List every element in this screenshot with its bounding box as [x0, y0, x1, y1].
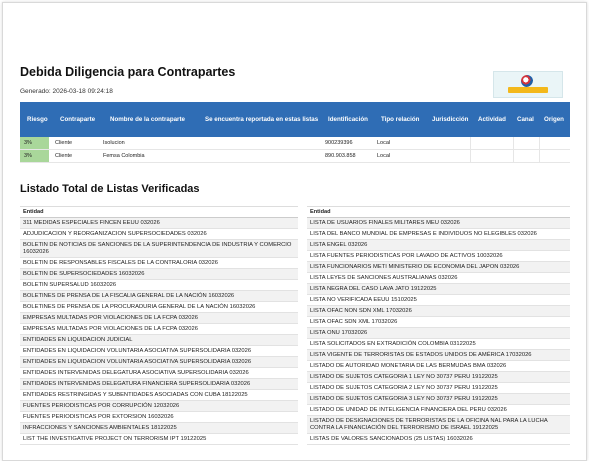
- identification: 900239396: [325, 140, 353, 146]
- list-item: FUENTES PERIODISTICAS POR EXTORSION 1603…: [20, 412, 298, 423]
- cell-divider: [470, 137, 471, 149]
- cell-divider: [539, 137, 540, 149]
- col-activity: Actividad: [478, 116, 506, 123]
- list-item: BOLETIN SUPERSALUD 16032026: [20, 280, 298, 291]
- logo-emblem-icon: [521, 75, 533, 87]
- col-risk: Riesgo: [27, 116, 48, 123]
- list-item: LISTA FUNCIONARIOS METI MINISTERIO DE EC…: [307, 262, 570, 273]
- list-item: EMPRESAS MULTADAS POR VIOLACIONES DE LA …: [20, 324, 298, 335]
- list-item: LISTADO DE SUJETOS CATEGORIA 3 LEY NO 30…: [307, 394, 570, 405]
- list-item: LISTA SOLICITADOS EN EXTRADICIÓN COLOMBI…: [307, 339, 570, 350]
- list-item: LISTADO DE SUJETOS CATEGORIA 1 LEY NO 30…: [307, 372, 570, 383]
- list-item: LISTA NO VERIFICADA EEUU 15102025: [307, 295, 570, 306]
- list-item: EMPRESAS MULTADAS POR VIOLACIONES DE LA …: [20, 313, 298, 324]
- counterparty-type: Cliente: [55, 153, 73, 159]
- list-item: LISTADO DE DESIGNACIONES DE TERRORISTAS …: [307, 416, 570, 434]
- col-counterparty: Contraparte: [60, 116, 96, 123]
- list-item: ENTIDADES INTERVENIDAS DELEGATURA ASOCIA…: [20, 368, 298, 379]
- list-item: ENTIDADES EN LIQUIDACION JUDICIAL: [20, 335, 298, 346]
- col-name: Nombre de la contraparte: [110, 116, 185, 123]
- col-jurisdiction: Jurisdicción: [432, 116, 469, 123]
- list-item: LISTA VIGENTE DE TERRORISTAS DE ESTADOS …: [307, 350, 570, 361]
- logo-banner: [508, 87, 548, 93]
- list-item: LISTA ENGEL 032026: [307, 240, 570, 251]
- list-item: LISTA NEGRA DEL CASO LAVA JATO 19122025: [307, 284, 570, 295]
- list-item: FUENTES PERIODISTICAS POR CORRUPCIÓN 120…: [20, 401, 298, 412]
- table-row: 3% Cliente Femsa Colombia 890.903.858 Lo…: [20, 150, 570, 163]
- list-item: BOLETIN DE RESPONSABLES FISCALES DE LA C…: [20, 258, 298, 269]
- list-item: BOLETIN DE SUPERSOCIEDADES 16032026: [20, 269, 298, 280]
- list-item: LISTAS DE VALORES SANCIONADOS (25 LISTAS…: [307, 434, 570, 445]
- list-item: INFRACCIONES Y SANCIONES AMBIENTALES 181…: [20, 423, 298, 434]
- lists-section-title: Listado Total de Listas Verificadas: [20, 183, 200, 195]
- counterparty-table-header: Riesgo Contraparte Nombre de la contrapa…: [20, 102, 570, 137]
- list-item: ENTIDADES INTERVENIDAS DELEGATURA FINANC…: [20, 379, 298, 390]
- list-item: BOLETIN DE NOTICIAS DE SANCIONES DE LA S…: [20, 240, 298, 258]
- cell-divider: [513, 150, 514, 162]
- relation-type: Local: [377, 140, 391, 146]
- list-item: ENTIDADES RESTRINGIDAS Y SUBENTIDADES AS…: [20, 390, 298, 401]
- list-item: ENTIDADES EN LIQUIDACION VOLUNTARIA ASOC…: [20, 357, 298, 368]
- list-item: LISTADO DE AUTORIDAD MONETARIA DE LAS BE…: [307, 361, 570, 372]
- col-origin: Origen: [544, 116, 564, 123]
- risk-badge: 3%: [20, 137, 49, 149]
- report-page: Debida Diligencia para Contrapartes Gene…: [2, 2, 587, 461]
- list-item: LISTA DEL BANCO MUNDIAL DE EMPRESAS E IN…: [307, 229, 570, 240]
- list-item: LISTA LEYES DE SANCIONES AUSTRALIANAS 03…: [307, 273, 570, 284]
- entity-column-header: Entidad: [307, 206, 570, 218]
- identification: 890.903.858: [325, 153, 356, 159]
- list-item: 311 MEDIDAS ESPECIALES FINCEN EEUU 03202…: [20, 218, 298, 229]
- page-title: Debida Diligencia para Contrapartes: [20, 65, 236, 79]
- list-item: LISTADO DE SUJETOS CATEGORIA 2 LEY NO 30…: [307, 383, 570, 394]
- list-item: LISTADO DE UNIDAD DE INTELIGENCIA FINANC…: [307, 405, 570, 416]
- col-identification: Identificación: [328, 116, 368, 123]
- list-item: LISTA FUENTES PERIODISTICAS POR LAVADO D…: [307, 251, 570, 262]
- counterparty-type: Cliente: [55, 140, 73, 146]
- company-logo: [493, 71, 563, 98]
- generated-timestamp: Generado: 2026-03-18 09:24:18: [20, 88, 113, 95]
- list-item: LISTA ONU 17032026: [307, 328, 570, 339]
- cell-divider: [470, 150, 471, 162]
- lists-table-right: Entidad LISTA DE USUARIOS FINALES MILITA…: [307, 206, 570, 445]
- counterparty-name: Femsa Colombia: [103, 153, 145, 159]
- table-row: 3% Cliente Isolucion 900239396 Local: [20, 137, 570, 150]
- list-item: LISTA OFAC NON SDN XML 17032026: [307, 306, 570, 317]
- list-item: ENTIDADES EN LIQUIDACION VOLUNTARIA ASOC…: [20, 346, 298, 357]
- entity-column-header: Entidad: [20, 206, 298, 218]
- list-item: BOLETINES DE PRENSA DE LA PROCURADURIA G…: [20, 302, 298, 313]
- list-item: BOLETINES DE PRENSA DE LA FISCALIA GENER…: [20, 291, 298, 302]
- list-item: LIST THE INVESTIGATIVE PROJECT ON TERROR…: [20, 434, 298, 445]
- cell-divider: [513, 137, 514, 149]
- col-lists: Se encuentra reportada en estas listas: [205, 116, 319, 123]
- risk-badge: 3%: [20, 150, 49, 162]
- list-item: ADJUDICACION Y REORGANIZACION SUPERSOCIE…: [20, 229, 298, 240]
- counterparty-name: Isolucion: [103, 140, 125, 146]
- list-item: LISTA OFAC SDN XML 17032026: [307, 317, 570, 328]
- col-relation: Tipo relación: [381, 116, 420, 123]
- lists-table-left: Entidad 311 MEDIDAS ESPECIALES FINCEN EE…: [20, 206, 298, 445]
- relation-type: Local: [377, 153, 391, 159]
- list-item: LISTA DE USUARIOS FINALES MILITARES MEU …: [307, 218, 570, 229]
- cell-divider: [539, 150, 540, 162]
- col-channel: Canal: [517, 116, 534, 123]
